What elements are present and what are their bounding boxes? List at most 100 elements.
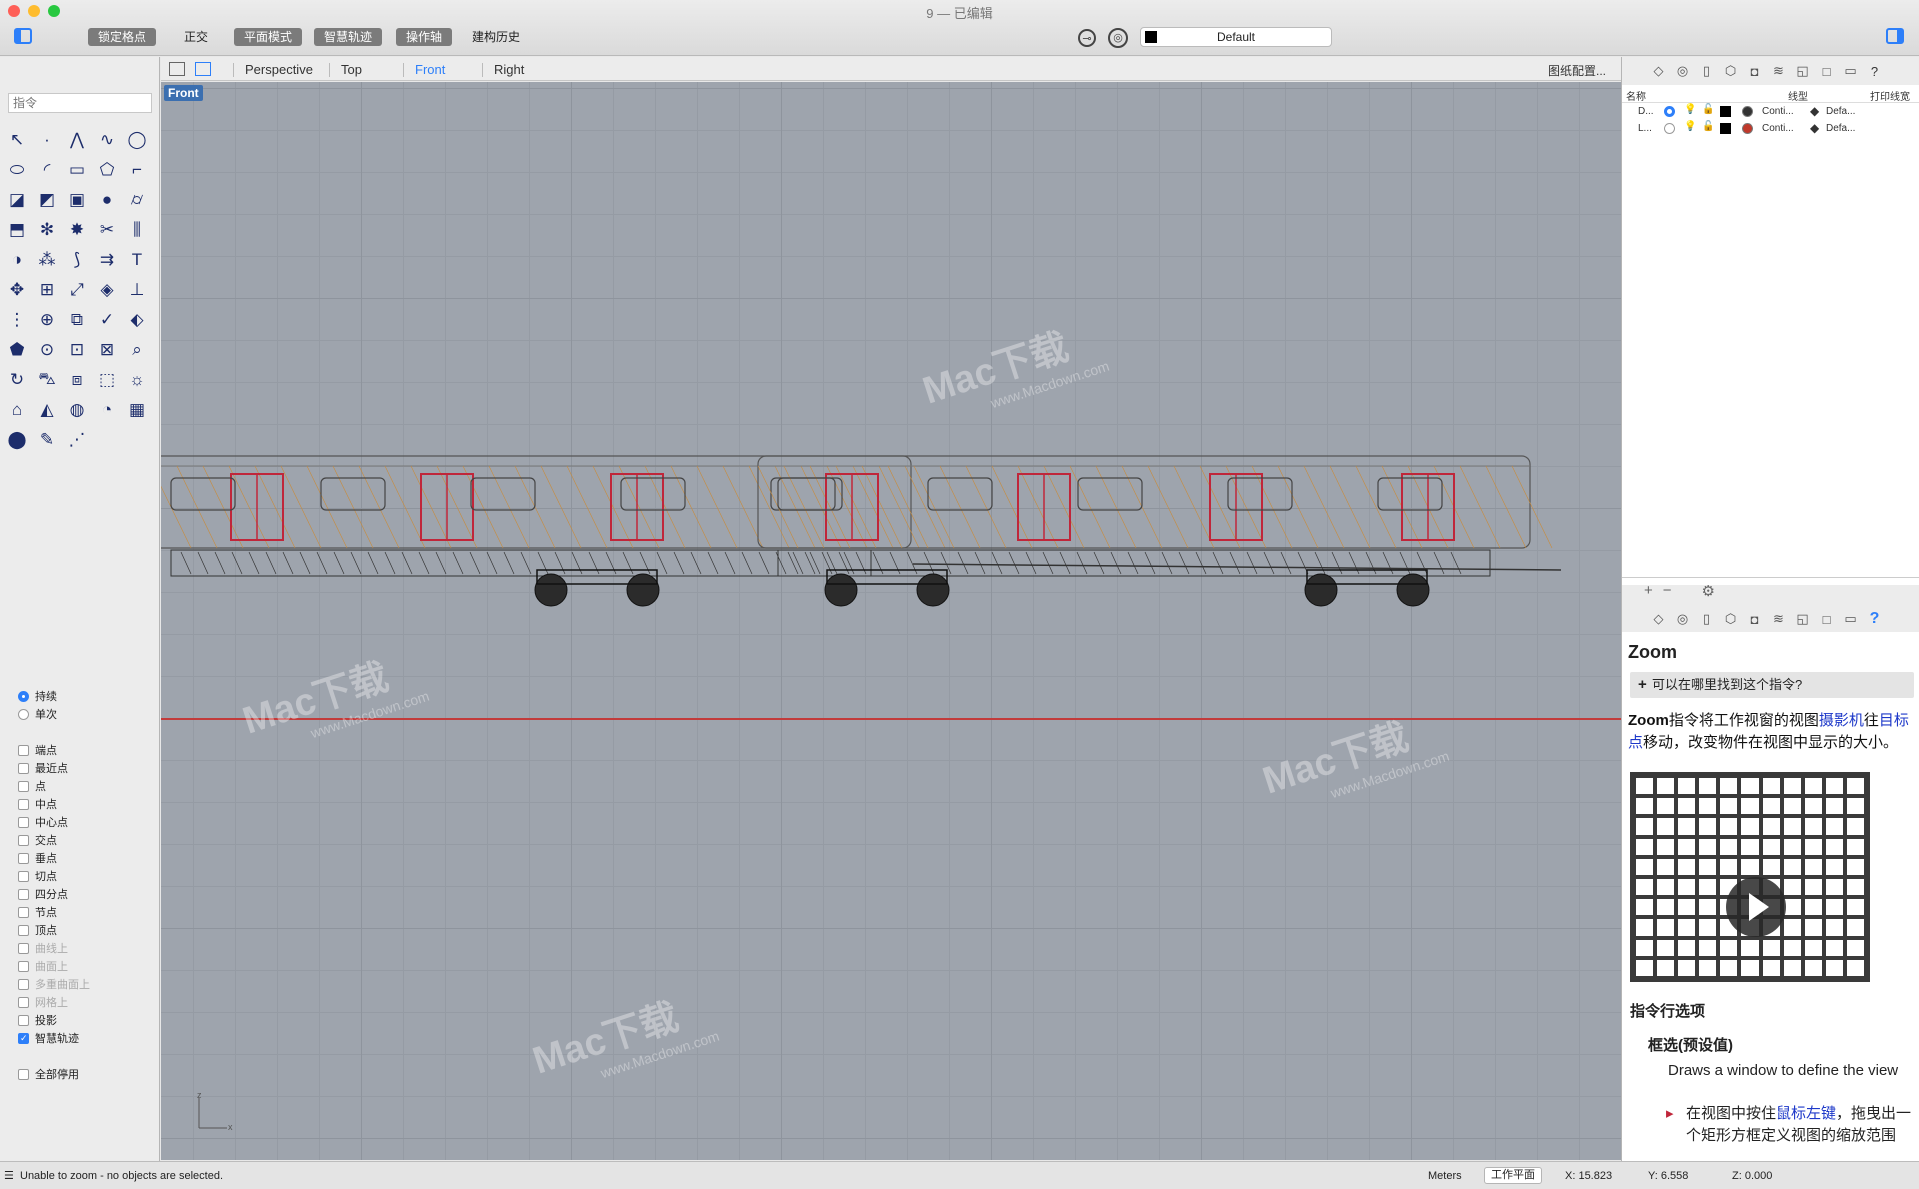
osnap-option[interactable]: 智慧轨迹 (18, 1029, 158, 1047)
object-icon[interactable]: ⬡ (1722, 611, 1739, 628)
camera-icon[interactable]: ◘ (1746, 63, 1763, 80)
camera-link[interactable]: 摄影机 (1819, 712, 1864, 729)
document-icon[interactable]: ▯ (1698, 611, 1715, 628)
osnap-option[interactable]: 四分点 (18, 885, 158, 903)
render-tool-icon[interactable]: ◭ (34, 397, 60, 423)
osnap-option[interactable]: 最近点 (18, 759, 158, 777)
single-view-layout-icon[interactable] (195, 62, 211, 76)
grid-tool-icon[interactable]: ⋮ (4, 307, 30, 333)
osnap-option[interactable]: 点 (18, 777, 158, 795)
help-tool-icon[interactable]: ▦ (124, 397, 150, 423)
paper-config-link[interactable]: 图纸配置... (1548, 62, 1606, 79)
surface-tool-icon[interactable]: ◪ (4, 187, 30, 213)
layers-icon[interactable]: ◇ (1650, 611, 1667, 628)
osnap-option[interactable]: 顶点 (18, 921, 158, 939)
pen-tool-icon[interactable]: ✎ (34, 427, 60, 453)
zoom-tool-icon[interactable]: ⊙ (34, 337, 60, 363)
render-icon[interactable]: ≋ (1770, 63, 1787, 80)
lock-icon[interactable]: 🔓 (1702, 104, 1714, 115)
left-sidebar-toggle-icon[interactable] (14, 28, 32, 44)
osnap-option[interactable]: 切点 (18, 867, 158, 885)
circle-tool-icon[interactable]: ◯ (124, 127, 150, 153)
osnap-checkbox[interactable] (18, 816, 29, 828)
command-input[interactable] (8, 93, 152, 113)
osnap-checkbox[interactable] (18, 744, 29, 756)
frame-icon[interactable]: □ (1818, 611, 1835, 628)
ball-tool-icon[interactable]: ⬤ (4, 427, 30, 453)
play-icon[interactable] (1726, 877, 1786, 937)
check-tool-icon[interactable]: ✓ (94, 307, 120, 333)
ellipse-tool-icon[interactable]: ⬭ (4, 157, 30, 183)
boolean-tool-icon[interactable]: ◑ (4, 247, 30, 273)
column-linetype[interactable]: 线型 (1788, 88, 1808, 103)
target-icon[interactable]: ◎ (1108, 28, 1128, 48)
split-tool-icon[interactable]: ⫼ (124, 217, 150, 243)
extrude-tool-icon[interactable]: ⬒ (4, 217, 30, 243)
layer-settings-gear-icon[interactable]: ⚙ (1702, 582, 1715, 600)
osnap-checkbox[interactable] (18, 780, 29, 792)
polygon-tool-icon[interactable]: ⬠ (94, 157, 120, 183)
layer-linetype[interactable]: Conti... (1762, 123, 1794, 134)
osnap-option[interactable]: 端点 (18, 741, 158, 759)
cplane-select[interactable]: 工作平面 (1484, 1167, 1542, 1184)
paint-tool-icon[interactable]: ⬟ (4, 337, 30, 363)
help-icon[interactable]: ? (1866, 63, 1883, 80)
curve-tool-icon[interactable]: ∿ (94, 127, 120, 153)
cube-tool-icon[interactable]: ◈ (94, 277, 120, 303)
mode-toggle-0[interactable]: 锁定格点 (88, 28, 157, 46)
frame-icon[interactable]: □ (1818, 63, 1835, 80)
front-viewport[interactable]: Mac下载 www.Macdown.com Mac下载 www.Macdown.co… (161, 82, 1621, 1160)
mode-toggle-4[interactable]: 操作轴 (396, 28, 453, 46)
print-color-diamond-icon[interactable]: ◆ (1810, 121, 1819, 135)
four-view-layout-icon[interactable] (169, 62, 185, 76)
document-icon[interactable]: ▯ (1698, 63, 1715, 80)
display-tool-icon[interactable]: ◔ (94, 397, 120, 423)
mode-toggle-5[interactable]: 建构历史 (462, 28, 530, 46)
layer-name[interactable]: D... (1638, 106, 1654, 117)
osnap-checkbox[interactable] (18, 1068, 29, 1080)
polyline-tool-icon[interactable]: ⋀ (64, 127, 90, 153)
osnap-option[interactable]: 垂点 (18, 849, 158, 867)
render-icon[interactable]: ≋ (1770, 611, 1787, 628)
osnap-checkbox[interactable] (18, 924, 29, 936)
point-tool-icon[interactable]: · (34, 127, 60, 153)
osnap-radio[interactable] (18, 708, 29, 720)
osnap-checkbox[interactable] (18, 1032, 29, 1044)
box-tool-icon[interactable]: ▣ (64, 187, 90, 213)
lock-tool-icon[interactable]: ⬖ (124, 307, 150, 333)
tab-front[interactable]: Front (415, 62, 445, 77)
layout-icon[interactable]: ◱ (1794, 63, 1811, 80)
transform-tool-icon[interactable]: ⬚ (94, 367, 120, 393)
copy-tool-icon[interactable]: ⧉ (64, 307, 90, 333)
osnap-checkbox[interactable] (18, 1014, 29, 1026)
osnap-checkbox[interactable] (18, 888, 29, 900)
mode-toggle-3[interactable]: 智慧轨迹 (314, 28, 383, 46)
osnap-checkbox[interactable] (18, 798, 29, 810)
layer-color-swatch[interactable] (1720, 123, 1731, 134)
move-tool-icon[interactable]: ✥ (4, 277, 30, 303)
tab-top[interactable]: Top (341, 62, 362, 77)
sphere-tool-icon[interactable]: ● (94, 187, 120, 213)
current-layer-radio[interactable] (1664, 123, 1675, 134)
color-tool-icon[interactable]: ◍ (64, 397, 90, 423)
object-icon[interactable]: ⬡ (1722, 63, 1739, 80)
right-sidebar-toggle-icon[interactable] (1886, 28, 1904, 44)
arrow-tool-icon[interactable]: ↖ (4, 127, 30, 153)
osnap-option[interactable]: 全部停用 (18, 1065, 158, 1083)
material-icon[interactable]: ◎ (1674, 611, 1691, 628)
scale-tool-icon[interactable]: ⤢ (64, 277, 90, 303)
cylinder-tool-icon[interactable]: ⌭ (124, 187, 150, 213)
osnap-checkbox[interactable] (18, 834, 29, 846)
rectangle-tool-icon[interactable]: ▭ (64, 157, 90, 183)
osnap-checkbox[interactable] (18, 870, 29, 882)
display-icon[interactable]: ▭ (1842, 63, 1859, 80)
status-list-icon[interactable]: ☰ (4, 1169, 14, 1182)
current-layer-select[interactable]: Default (1140, 27, 1332, 47)
layer-row[interactable]: L... 💡 🔓 Conti... ◆ Defa... (1622, 120, 1919, 137)
camera-icon[interactable]: ◘ (1746, 611, 1763, 628)
loft-tool-icon[interactable]: ◩ (34, 187, 60, 213)
group-tool-icon[interactable]: ⁂ (34, 247, 60, 273)
search-tool-icon[interactable]: ⌕ (124, 337, 150, 363)
zoomext-tool-icon[interactable]: ⊠ (94, 337, 120, 363)
units-label[interactable]: Meters (1428, 1170, 1462, 1182)
